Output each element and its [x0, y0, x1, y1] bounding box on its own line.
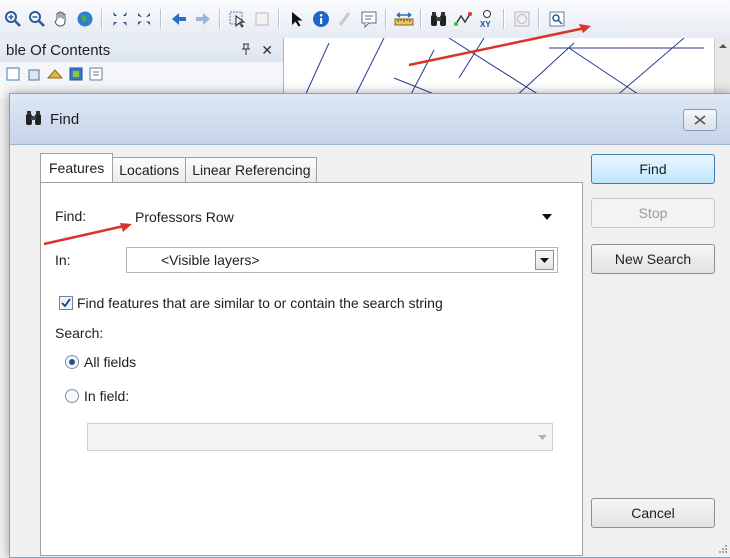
toc-header: ble Of Contents ✕ — [0, 38, 283, 62]
stop-button[interactable]: Stop — [591, 198, 715, 228]
toolbar-separator — [278, 9, 279, 29]
binoculars-icon — [24, 109, 44, 130]
find-button[interactable]: Find — [591, 154, 715, 184]
annotation-arrow-find-field — [43, 223, 132, 246]
new-search-button[interactable]: New Search — [591, 244, 715, 274]
radio-unselected-icon[interactable] — [65, 389, 79, 403]
cancel-button[interactable]: Cancel — [591, 498, 715, 528]
hyperlink-icon[interactable] — [334, 8, 356, 30]
list-by-drawing-order-icon[interactable] — [6, 66, 22, 85]
in-layers-combobox[interactable]: <Visible layers> — [126, 247, 558, 273]
in-field-radio[interactable]: In field: — [65, 388, 129, 404]
select-features-icon[interactable] — [227, 8, 249, 30]
pan-icon[interactable] — [50, 8, 72, 30]
dialog-tabs: Features Locations Linear Referencing — [40, 153, 318, 182]
all-fields-radio[interactable]: All fields — [65, 354, 136, 370]
html-popup-icon[interactable] — [358, 8, 380, 30]
pin-icon[interactable] — [241, 42, 251, 59]
find-combobox[interactable]: Professors Row — [126, 204, 558, 230]
identify-icon[interactable] — [310, 8, 332, 30]
checkbox-checked-icon[interactable] — [59, 296, 73, 310]
annotation-arrow-toolbar — [408, 24, 591, 67]
clear-selection-icon[interactable] — [251, 8, 273, 30]
toolbar-separator — [385, 9, 386, 29]
dialog-close-button[interactable] — [683, 109, 717, 131]
list-by-source-icon[interactable] — [26, 66, 42, 85]
zoom-in-icon[interactable] — [2, 8, 24, 30]
options-icon[interactable] — [88, 66, 104, 85]
list-by-selection-icon[interactable] — [68, 66, 84, 85]
fixed-zoom-in-icon[interactable] — [109, 8, 131, 30]
tab-features[interactable]: Features — [40, 153, 114, 182]
similar-search-label: Find features that are similar to or con… — [77, 295, 443, 311]
toolbar-separator — [101, 9, 102, 29]
zoom-out-icon[interactable] — [26, 8, 48, 30]
table-of-contents-pane: ble Of Contents ✕ — [0, 38, 284, 98]
find-value[interactable]: Professors Row — [127, 209, 537, 225]
all-fields-label: All fields — [84, 354, 137, 370]
toc-toolbar — [0, 62, 283, 89]
similar-search-checkbox[interactable]: Find features that are similar to or con… — [59, 295, 443, 311]
dialog-title: Find — [50, 110, 80, 128]
radio-selected-icon[interactable] — [65, 355, 79, 369]
toolbar-separator — [160, 9, 161, 29]
tab-locations[interactable]: Locations — [112, 157, 187, 182]
search-label: Search: — [55, 325, 104, 341]
in-field-label: In field: — [84, 388, 130, 404]
forward-extent-icon[interactable] — [192, 8, 214, 30]
in-label: In: — [55, 252, 71, 268]
full-extent-icon[interactable] — [74, 8, 96, 30]
find-dialog: Find Features Locations Linear Referenci… — [9, 93, 730, 558]
tools-toolbar: XY — [0, 0, 730, 39]
fixed-zoom-out-icon[interactable] — [133, 8, 155, 30]
resize-grip-icon[interactable] — [718, 544, 728, 554]
chevron-down-icon[interactable] — [537, 205, 557, 229]
close-icon — [694, 115, 706, 125]
list-by-visibility-icon[interactable] — [46, 66, 64, 85]
back-extent-icon[interactable] — [168, 8, 190, 30]
in-value: <Visible layers> — [161, 252, 260, 268]
toc-close-icon[interactable]: ✕ — [261, 42, 273, 59]
select-elements-icon[interactable] — [286, 8, 308, 30]
dialog-titlebar[interactable]: Find — [10, 94, 730, 145]
chevron-down-icon[interactable] — [532, 424, 552, 450]
map-vertical-scrollbar[interactable] — [714, 38, 730, 98]
chevron-down-icon[interactable] — [535, 250, 554, 270]
toc-title: ble Of Contents — [6, 41, 111, 59]
field-select-combobox[interactable] — [87, 423, 553, 451]
toolbar-separator — [219, 9, 220, 29]
scroll-up-arrow-icon[interactable] — [715, 38, 730, 54]
tab-linear-referencing[interactable]: Linear Referencing — [185, 157, 318, 182]
